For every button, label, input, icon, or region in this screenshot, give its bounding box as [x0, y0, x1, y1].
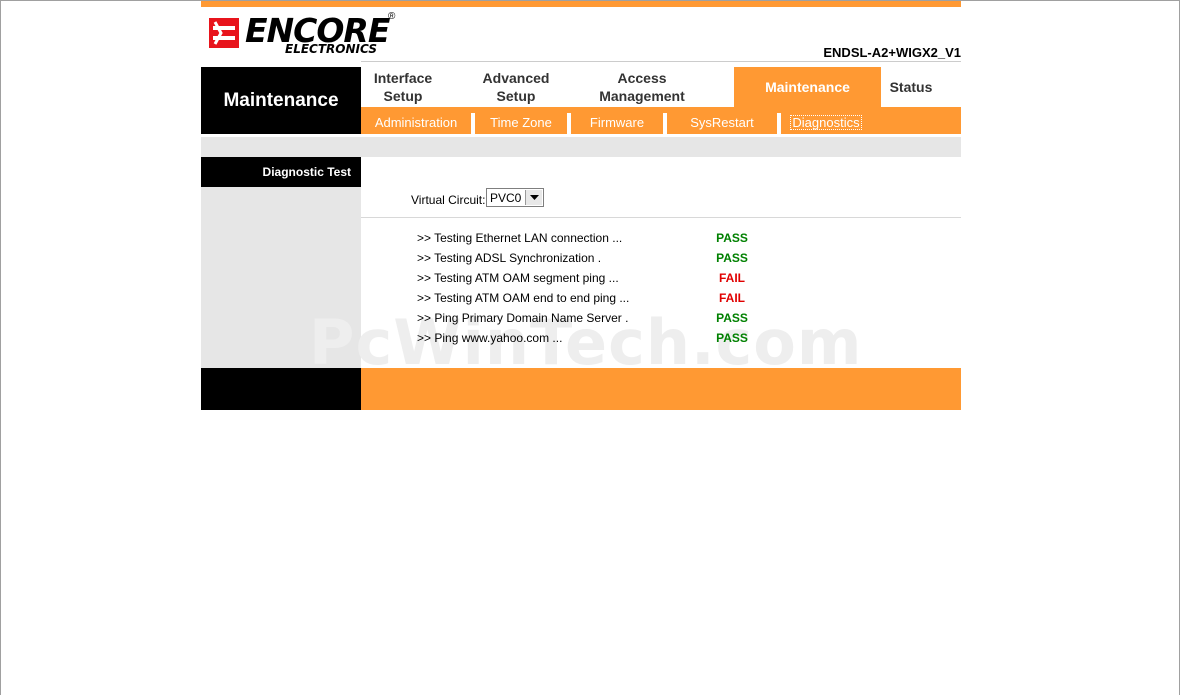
test-row: >> Ping www.yahoo.com ... PASS	[417, 328, 817, 348]
dropdown-arrow-icon[interactable]	[525, 190, 542, 205]
nav-maintenance[interactable]: Maintenance	[734, 67, 881, 107]
subnav-label: SysRestart	[690, 115, 754, 130]
footer-right-block	[361, 368, 961, 410]
nav-label: Interface Setup	[373, 70, 433, 104]
section-title: Maintenance	[201, 67, 361, 134]
nav-label: Maintenance	[765, 79, 850, 95]
test-result: PASS	[716, 311, 748, 325]
footer-left-block	[201, 368, 361, 410]
test-row: >> Ping Primary Domain Name Server . PAS…	[417, 308, 817, 328]
test-name: >> Testing ATM OAM segment ping ...	[417, 271, 619, 285]
test-name: >> Ping www.yahoo.com ...	[417, 331, 563, 345]
test-row: >> Testing Ethernet LAN connection ... P…	[417, 228, 817, 248]
subnav-label: Time Zone	[490, 115, 552, 130]
test-result: FAIL	[719, 291, 745, 305]
test-name: >> Testing ATM OAM end to end ping ...	[417, 291, 630, 305]
subnav-label: Administration	[374, 115, 458, 130]
encore-logo-icon	[209, 18, 239, 48]
nav-advanced-setup[interactable]: Advanced Setup	[469, 67, 563, 107]
test-row: >> Testing ATM OAM end to end ping ... F…	[417, 288, 817, 308]
left-column	[201, 157, 361, 368]
encore-logo: ENCORE ELECTRONICS ®	[207, 11, 397, 56]
subnav-firmware[interactable]: Firmware	[571, 107, 663, 134]
subnav-time-zone[interactable]: Time Zone	[475, 107, 567, 134]
virtual-circuit-value: PVC0	[490, 191, 522, 205]
test-name: >> Testing ADSL Synchronization .	[417, 251, 602, 265]
subnav-label: Firmware	[589, 115, 645, 130]
nav-label: Status	[889, 79, 933, 95]
test-name: >> Testing Ethernet LAN connection ...	[417, 231, 623, 245]
nav-status[interactable]: Status	[881, 67, 941, 107]
test-result: PASS	[716, 231, 748, 245]
content-divider	[361, 217, 961, 218]
subnav-sysrestart[interactable]: SysRestart	[667, 107, 777, 134]
test-name: >> Ping Primary Domain Name Server .	[417, 311, 629, 325]
subnav-diagnostics[interactable]: Diagnostics	[781, 107, 871, 134]
logo-registered-mark: ®	[388, 11, 396, 22]
virtual-circuit-select[interactable]: PVC0	[486, 188, 544, 207]
test-row: >> Testing ADSL Synchronization . PASS	[417, 248, 817, 268]
test-result: FAIL	[719, 271, 745, 285]
top-accent-bar	[201, 1, 961, 7]
test-row: >> Testing ATM OAM segment ping ... FAIL	[417, 268, 817, 288]
test-result: PASS	[716, 251, 748, 265]
header-divider	[361, 61, 961, 62]
nav-label: Access Management	[599, 70, 685, 104]
model-name: ENDSL-A2+WIGX2_V1	[823, 45, 961, 60]
diagnostic-test-title: Diagnostic Test	[201, 157, 361, 187]
subnav-label: Diagnostics	[790, 115, 862, 130]
test-result: PASS	[716, 331, 748, 345]
nav-interface-setup[interactable]: Interface Setup	[361, 67, 445, 107]
logo-sub-text: ELECTRONICS	[285, 42, 378, 56]
subnav-administration[interactable]: Administration	[361, 107, 471, 134]
nav-label: Advanced Setup	[482, 70, 550, 104]
virtual-circuit-label: Virtual Circuit:	[411, 193, 486, 207]
sub-nav: Administration Time Zone Firmware SysRes…	[361, 107, 961, 134]
gray-spacer-strip	[201, 137, 961, 157]
main-nav: Interface Setup Advanced Setup Access Manag…	[361, 67, 961, 107]
nav-access-management[interactable]: Access Management	[587, 67, 697, 107]
